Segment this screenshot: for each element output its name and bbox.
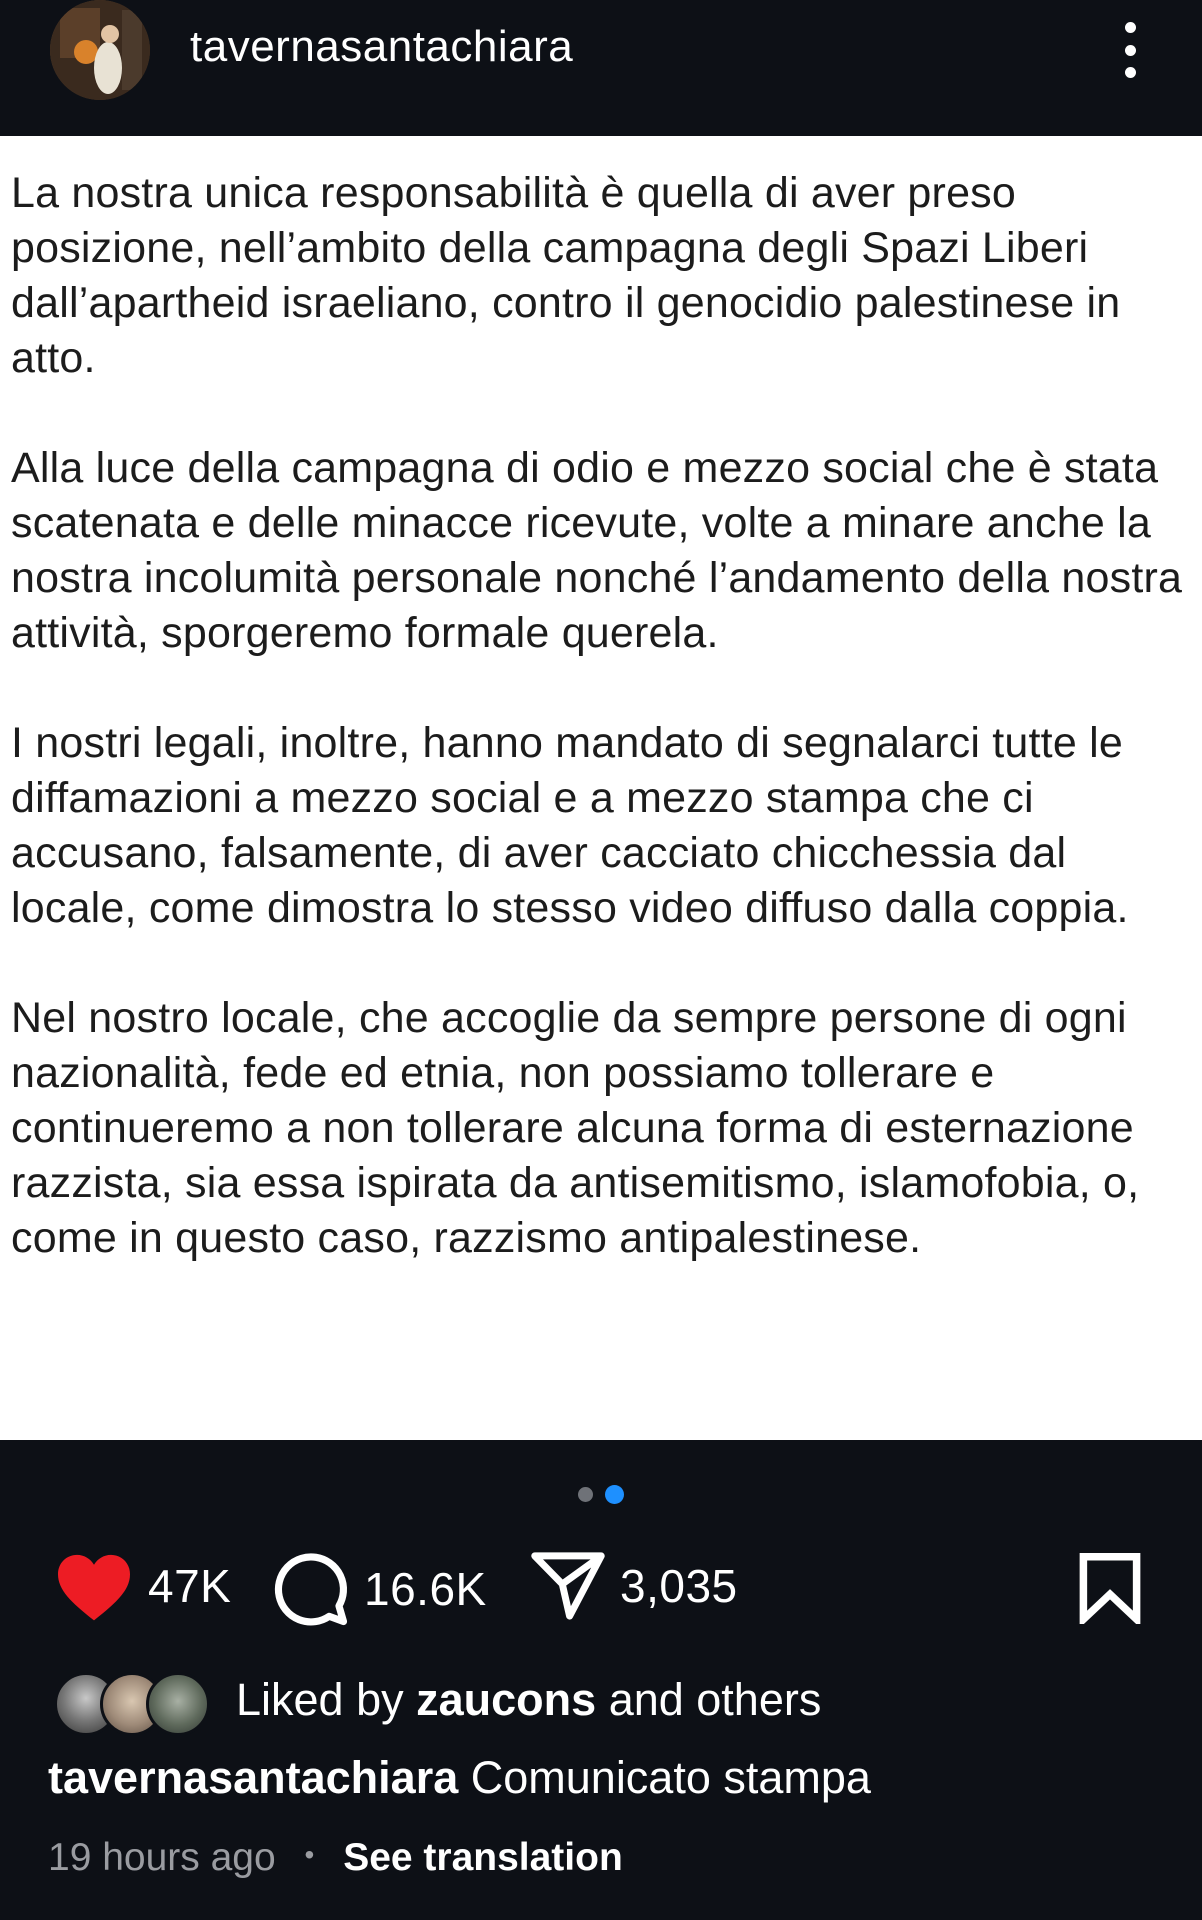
carousel-dot-active [605, 1484, 624, 1504]
comment-icon [274, 1553, 348, 1626]
send-icon [531, 1552, 605, 1620]
action-bar: 47K 16.6K 3,035 [0, 1540, 1202, 1640]
heart-filled-icon [58, 1554, 130, 1621]
avatar [146, 1672, 210, 1736]
save-button[interactable] [1078, 1552, 1142, 1629]
comment-button[interactable]: 16.6K [272, 1550, 487, 1628]
post-paragraph: Alla luce della campagna di odio e mezzo… [11, 444, 1183, 657]
carousel-dot [578, 1486, 593, 1502]
carousel-indicator [578, 1484, 628, 1504]
see-translation-link[interactable]: See translation [343, 1836, 623, 1879]
share-count: 3,035 [620, 1560, 738, 1612]
liked-by-text: Liked by zaucons and others [236, 1674, 821, 1726]
more-dot [1124, 67, 1136, 78]
profile-avatar[interactable] [50, 0, 150, 100]
post-meta: 19 hours ago • See translation [48, 1836, 623, 1880]
post-paragraph: La nostra unica responsabilità è quella … [11, 169, 1121, 382]
meta-separator: • [304, 1839, 315, 1870]
bookmark-icon [1079, 1552, 1141, 1628]
more-options-button[interactable] [1110, 22, 1150, 78]
avatar-painting-icon [50, 0, 150, 100]
liked-by-user[interactable]: zaucons [416, 1674, 596, 1725]
post-text: La nostra unica responsabilità è quella … [11, 166, 1191, 1321]
post-paragraph: Nel nostro locale, che accoglie da sempr… [11, 994, 1140, 1262]
caption-text: Comunicato stampa [470, 1752, 871, 1803]
comment-count: 16.6K [364, 1563, 487, 1615]
header-username[interactable]: tavernasantachiara [190, 22, 573, 72]
post-paragraph: I nostri legali, inoltre, hanno mandato … [11, 719, 1129, 932]
like-button[interactable]: 47K [54, 1550, 231, 1622]
caption-username[interactable]: tavernasantachiara [48, 1752, 458, 1803]
liked-by-avatars [54, 1670, 214, 1736]
more-dot [1124, 44, 1136, 56]
post-timestamp: 19 hours ago [48, 1836, 276, 1879]
post-caption: tavernasantachiara Comunicato stampa [48, 1752, 871, 1804]
post-image[interactable]: La nostra unica responsabilità è quella … [0, 136, 1202, 1440]
more-vertical-icon [1124, 22, 1136, 33]
liked-by-suffix[interactable]: and others [609, 1674, 822, 1725]
share-button[interactable]: 3,035 [530, 1550, 738, 1622]
liked-by-prefix: Liked by [236, 1674, 404, 1725]
post-header: tavernasantachiara [0, 0, 1202, 136]
like-count: 47K [148, 1560, 232, 1612]
